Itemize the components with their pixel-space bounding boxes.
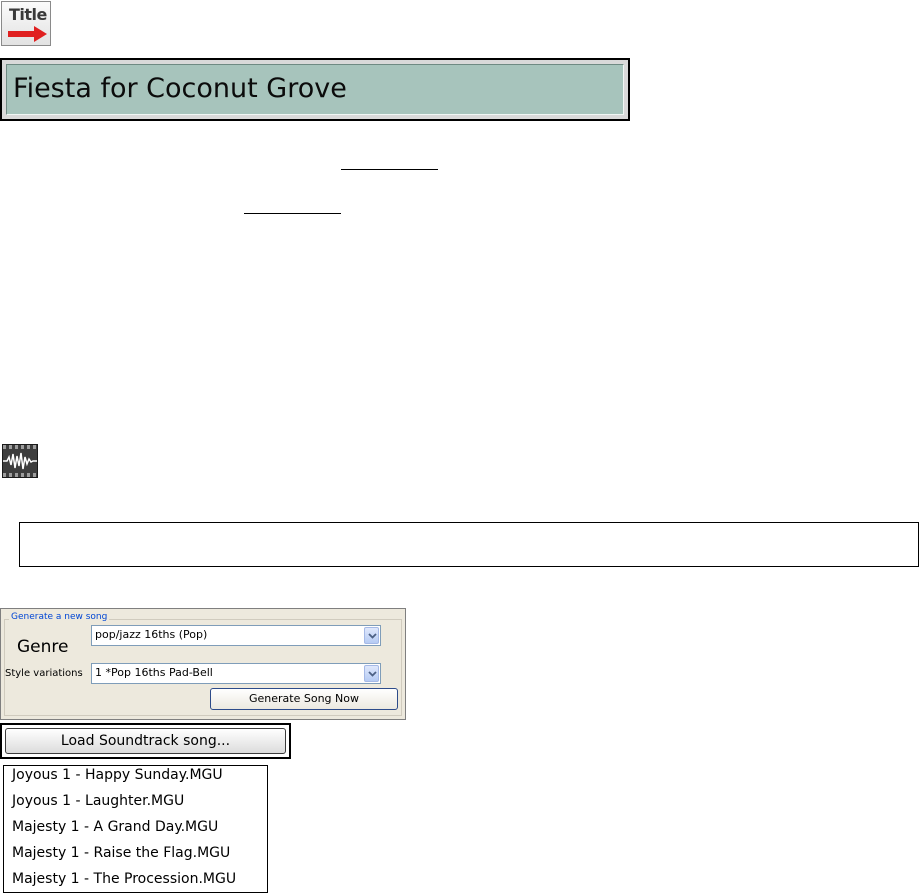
style-variation-value: 1 *Pop 16ths Pad-Bell	[95, 666, 213, 679]
chevron-down-icon	[368, 671, 377, 677]
underline-rule	[341, 169, 438, 170]
underline-rule	[244, 213, 341, 214]
style-variations-dropdown[interactable]: 1 *Pop 16ths Pad-Bell	[91, 663, 381, 684]
list-item[interactable]: Majesty 1 - The Procession.MGU	[12, 871, 236, 887]
list-item[interactable]: Majesty 1 - Raise the Flag.MGU	[12, 845, 230, 861]
load-soundtrack-song-button[interactable]: Load Soundtrack song...	[5, 728, 286, 754]
genre-value: pop/jazz 16ths (Pop)	[95, 628, 208, 641]
film-strip-bottom	[3, 473, 37, 477]
title-icon-label: Title	[9, 5, 47, 24]
list-item[interactable]: Majesty 1 - A Grand Day.MGU	[12, 819, 218, 835]
arrow-right-icon	[8, 26, 47, 42]
style-variations-label: Style variations	[5, 668, 83, 679]
group-legend: Generate a new song	[9, 612, 110, 622]
generate-song-panel: Generate a new song Genre pop/jazz 16ths…	[0, 608, 406, 720]
song-title-banner[interactable]: Fiesta for Coconut Grove	[0, 58, 630, 121]
chevron-down-icon	[368, 633, 377, 639]
song-title-field: Fiesta for Coconut Grove	[6, 64, 624, 115]
load-soundtrack-frame: Load Soundtrack song...	[0, 723, 291, 759]
soundtrack-file-list[interactable]: Joyous 1 - Happy Sunday.MGU Joyous 1 - L…	[3, 765, 268, 893]
list-item[interactable]: Joyous 1 - Happy Sunday.MGU	[12, 767, 223, 783]
audio-waveform-icon	[2, 444, 38, 478]
title-button[interactable]: Title	[1, 1, 51, 46]
genre-dropdown[interactable]: pop/jazz 16ths (Pop)	[91, 625, 381, 646]
generate-song-now-button[interactable]: Generate Song Now	[210, 688, 398, 710]
waveform-icon	[3, 452, 37, 470]
genre-dropdown-button[interactable]	[364, 627, 379, 644]
film-strip-top	[3, 445, 37, 449]
style-dropdown-button[interactable]	[364, 665, 379, 682]
genre-label: Genre	[17, 637, 69, 657]
list-item[interactable]: Joyous 1 - Laughter.MGU	[12, 793, 184, 809]
empty-text-box	[19, 522, 919, 567]
song-title-text: Fiesta for Coconut Grove	[13, 73, 347, 104]
